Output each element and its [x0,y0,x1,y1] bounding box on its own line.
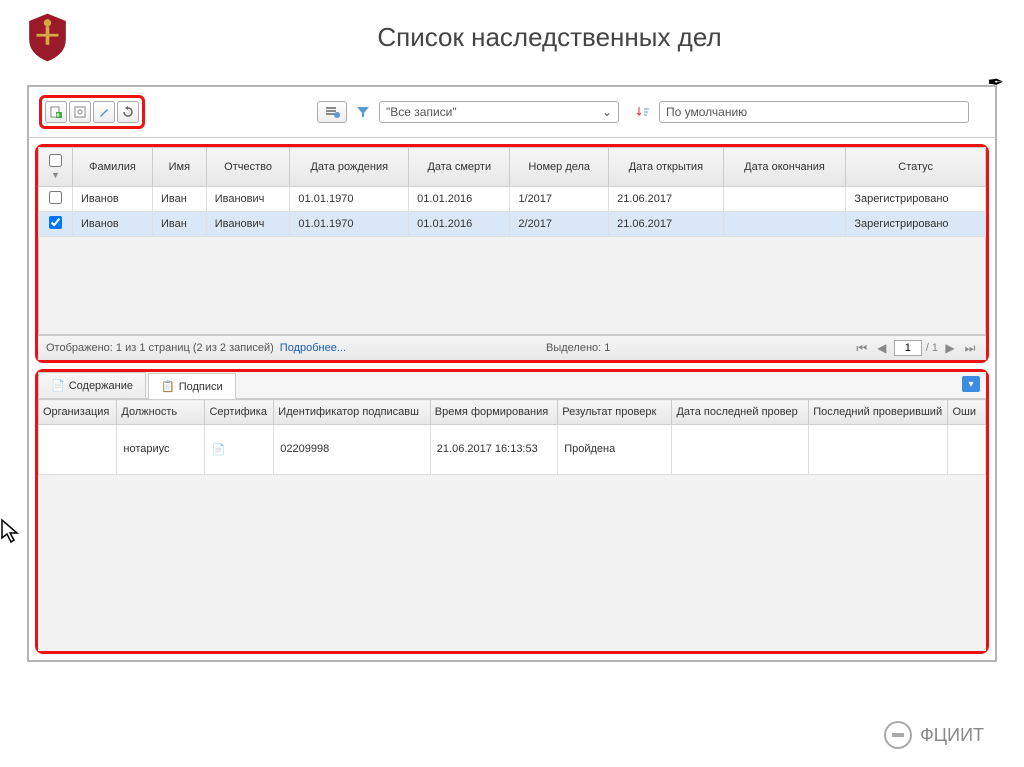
status-more-link[interactable]: Подробнее... [280,342,346,354]
col-deathdate[interactable]: Дата смерти [409,148,510,187]
col-status[interactable]: Статус [846,148,986,187]
pager-last-button[interactable]: ⏭ [962,340,978,356]
page-title: Список наследственных дел [95,22,1004,53]
toolbar: "Все записи" ⌄ По умолчанию [29,87,995,138]
statusbar: Отображено: 1 из 1 страниц (2 из 2 запис… [38,335,986,360]
tab-signatures[interactable]: 📋 Подписи [148,373,236,399]
col-casenumber[interactable]: Номер дела [510,148,609,187]
footer-label: ФЦИИТ [920,725,984,746]
document-icon: 📄 [51,379,65,392]
grid-empty-area [38,237,986,335]
sig-col-cert[interactable]: Сертифика [205,400,274,425]
detail-panel: 📄 Содержание 📋 Подписи ▾ Организация Дол… [35,369,989,654]
col-lastname[interactable]: Фамилия [73,148,153,187]
footer: ФЦИИТ [884,721,984,749]
col-patronymic[interactable]: Отчество [206,148,290,187]
list-settings-button[interactable] [317,101,347,123]
app-logo [20,10,75,65]
sig-col-lastcheck[interactable]: Дата последней провер [672,400,809,425]
view-button[interactable] [69,101,91,123]
col-birthdate[interactable]: Дата рождения [290,148,409,187]
header-checkbox-col: ▼ [39,148,73,187]
status-shown: Отображено: 1 из 1 страниц (2 из 2 запис… [46,342,274,354]
filter-select-label: "Все записи" [386,105,457,119]
tab-content[interactable]: 📄 Содержание [38,372,146,398]
sig-col-result[interactable]: Результат проверк [558,400,672,425]
signatures-empty-area [38,475,986,651]
signatures-table: Организация Должность Сертифика Идентифи… [38,399,986,475]
row-checkbox[interactable] [49,191,62,204]
pager-page-of: / 1 [926,342,938,354]
filter-select[interactable]: "Все записи" ⌄ [379,101,619,123]
sig-col-pos[interactable]: Должность [117,400,205,425]
col-opendate[interactable]: Дата открытия [609,148,724,187]
sig-col-id[interactable]: Идентификатор подписавш [274,400,431,425]
main-grid-panel: ▼ Фамилия Имя Отчество Дата рождения Дат… [35,144,989,363]
cases-table: ▼ Фамилия Имя Отчество Дата рождения Дат… [38,147,986,237]
status-selected: Выделено: 1 [546,342,610,354]
pager-next-button[interactable]: ▶ [942,340,958,356]
footer-logo-icon [884,721,912,749]
certificate-icon-cell: 📄 [205,425,274,475]
pager-first-button[interactable]: ⏮ [854,340,870,356]
certificate-icon[interactable]: 📄 [211,444,225,456]
table-row[interactable]: Иванов Иван Иванович 01.01.1970 01.01.20… [39,212,986,237]
pager-prev-button[interactable]: ◀ [874,340,890,356]
sort-icon[interactable] [633,102,653,122]
sig-col-checker[interactable]: Последний проверивший [809,400,948,425]
refresh-button[interactable] [117,101,139,123]
add-button[interactable] [45,101,67,123]
toolbar-action-group [39,95,145,129]
select-all-checkbox[interactable] [49,154,62,167]
signature-icon: 📋 [161,380,175,393]
sig-col-err[interactable]: Оши [948,400,986,425]
pen-icon: ✒ [987,70,1004,95]
col-firstname[interactable]: Имя [152,148,206,187]
sort-select[interactable]: По умолчанию [659,101,969,123]
row-checkbox[interactable] [49,216,62,229]
sig-col-org[interactable]: Организация [39,400,117,425]
signature-row[interactable]: нотариус 📄 02209998 21.06.2017 16:13:53 … [39,425,986,475]
filter-icon[interactable] [353,102,373,122]
pager-page-input[interactable] [894,340,922,356]
chevron-down-icon: ⌄ [602,105,612,119]
table-row[interactable]: Иванов Иван Иванович 01.01.1970 01.01.20… [39,187,986,212]
sig-col-time[interactable]: Время формирования [430,400,557,425]
collapse-panel-button[interactable]: ▾ [962,376,980,392]
edit-button[interactable] [93,101,115,123]
pager: ⏮ ◀ / 1 ▶ ⏭ [854,340,978,356]
cursor-icon [0,518,20,544]
tabs: 📄 Содержание 📋 Подписи ▾ [38,372,986,399]
sort-select-label: По умолчанию [666,105,747,119]
col-closedate[interactable]: Дата окончания [723,148,846,187]
